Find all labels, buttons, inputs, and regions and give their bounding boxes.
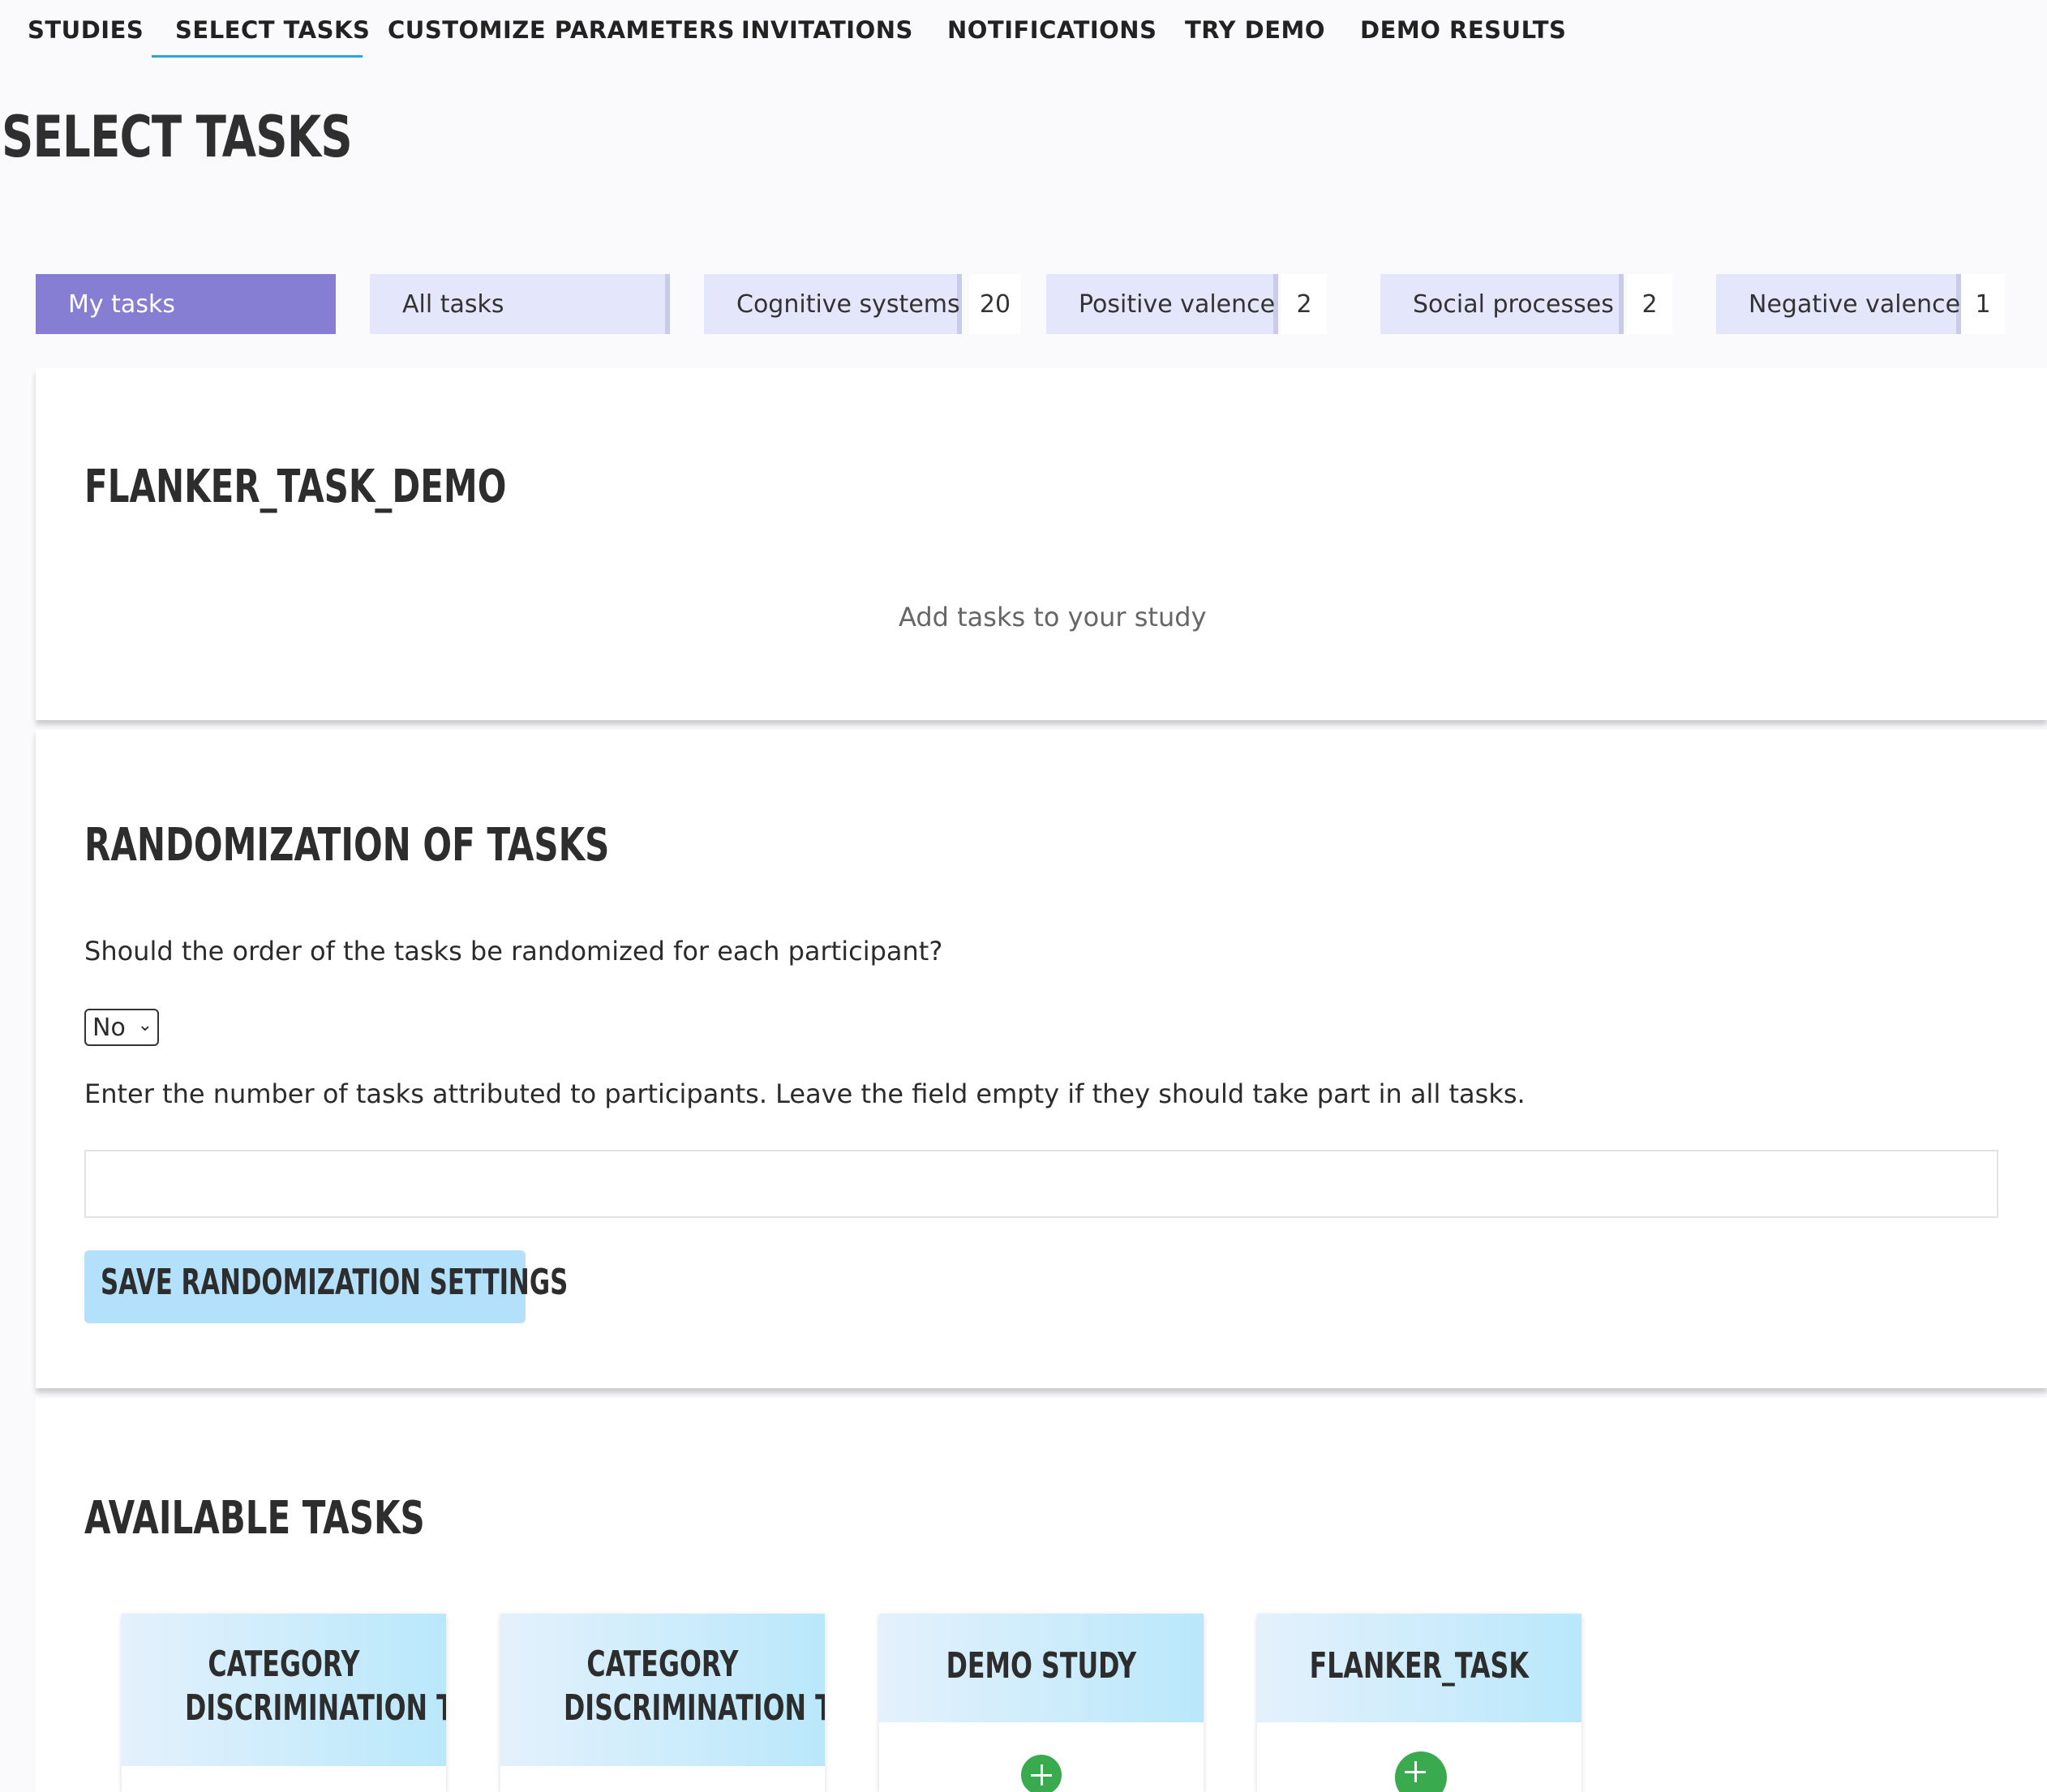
filter-social-processes[interactable]: Social processes (1380, 274, 1624, 334)
filter-all-tasks[interactable]: All tasks (370, 274, 670, 334)
nav-customize-parameters[interactable]: CUSTOMIZE PARAMETERS (388, 16, 735, 49)
task-name: FLANKER_TASK (1257, 1644, 1581, 1688)
task-name: CATEGORY DISCRIMINATION TASK (122, 1643, 446, 1730)
filter-label: Negative valence (1749, 289, 1961, 319)
task-card-category-discrimination[interactable]: CATEGORY DISCRIMINATION TASK (122, 1614, 446, 1792)
available-tasks-title: AVAILABLE TASKS (84, 1492, 425, 1545)
filter-label: My tasks (68, 289, 175, 319)
filter-label: Cognitive systems (736, 289, 960, 319)
number-prompt: Enter the number of tasks attributed to … (84, 1078, 1526, 1109)
nav-studies[interactable]: STUDIES (28, 16, 144, 49)
task-card-flanker-task[interactable]: FLANKER_TASK (1257, 1614, 1581, 1792)
task-name-line-1: FLANKER_TASK (1309, 1645, 1530, 1687)
nav-invitations[interactable]: INVITATIONS (741, 16, 913, 49)
filter-label: Social processes (1413, 289, 1614, 319)
task-card-header: DEMO STUDY (879, 1614, 1204, 1722)
nav-try-demo[interactable]: TRY DEMO (1185, 16, 1325, 49)
chevron-down-icon: ⌄ (137, 1015, 152, 1035)
study-title: FLANKER_TASK_DEMO (84, 461, 507, 513)
filter-positive-valence[interactable]: Positive valence (1046, 274, 1278, 334)
task-card-category-discrimination-2[interactable]: CATEGORY DISCRIMINATION TASK (500, 1614, 825, 1792)
task-card-demo-study[interactable]: DEMO STUDY (879, 1614, 1204, 1792)
page-title: SELECT TASKS (2, 104, 353, 170)
task-card-header: FLANKER_TASK (1257, 1614, 1581, 1722)
randomize-select-value: No (92, 1013, 126, 1042)
task-card-header: CATEGORY DISCRIMINATION TASK (122, 1614, 446, 1766)
randomization-question: Should the order of the tasks be randomi… (84, 936, 943, 967)
nav-notifications[interactable]: NOTIFICATIONS (947, 16, 1157, 49)
plus-circle-icon[interactable] (1395, 1751, 1447, 1792)
top-nav: STUDIES SELECT TASKS CUSTOMIZE PARAMETER… (0, 0, 2047, 61)
save-randomization-label: SAVE RANDOMIZATION SETTINGS (101, 1262, 569, 1303)
nav-demo-results[interactable]: DEMO RESULTS (1360, 16, 1566, 49)
randomize-select[interactable]: No ⌄ (84, 1009, 159, 1046)
filter-count: 2 (1281, 274, 1327, 334)
filter-my-tasks[interactable]: My tasks (36, 274, 336, 334)
empty-study-message: Add tasks to your study (899, 602, 1207, 632)
task-name-line-2: DISCRIMINATION TASK (184, 1687, 446, 1729)
filter-count: 2 (1627, 274, 1672, 334)
filter-label: All tasks (402, 289, 504, 319)
filter-count: 20 (969, 274, 1021, 334)
task-name: CATEGORY DISCRIMINATION TASK (500, 1643, 825, 1730)
study-card: FLANKER_TASK_DEMO Add tasks to your stud… (36, 368, 2047, 720)
task-name: DEMO STUDY (879, 1644, 1204, 1688)
task-name-line-1: CATEGORY (586, 1644, 739, 1685)
task-card-header: CATEGORY DISCRIMINATION TASK (500, 1614, 825, 1766)
filter-label: Positive valence (1079, 289, 1276, 319)
randomization-title: RANDOMIZATION OF TASKS (84, 819, 610, 872)
task-number-input[interactable] (84, 1150, 1998, 1218)
plus-circle-icon[interactable] (1021, 1755, 1062, 1792)
filter-count: 1 (1961, 274, 2005, 334)
task-name-line-1: DEMO STUDY (946, 1645, 1137, 1687)
save-randomization-button[interactable]: SAVE RANDOMIZATION SETTINGS (84, 1250, 568, 1323)
nav-active-underline (152, 55, 363, 58)
nav-select-tasks[interactable]: SELECT TASKS (175, 16, 370, 49)
randomization-card: RANDOMIZATION OF TASKS Should the order … (36, 730, 2047, 1388)
task-name-line-2: DISCRIMINATION TASK (563, 1687, 825, 1729)
task-name-line-1: CATEGORY (208, 1644, 360, 1685)
filter-cognitive-systems[interactable]: Cognitive systems (704, 274, 962, 334)
filter-negative-valence[interactable]: Negative valence (1716, 274, 1961, 334)
